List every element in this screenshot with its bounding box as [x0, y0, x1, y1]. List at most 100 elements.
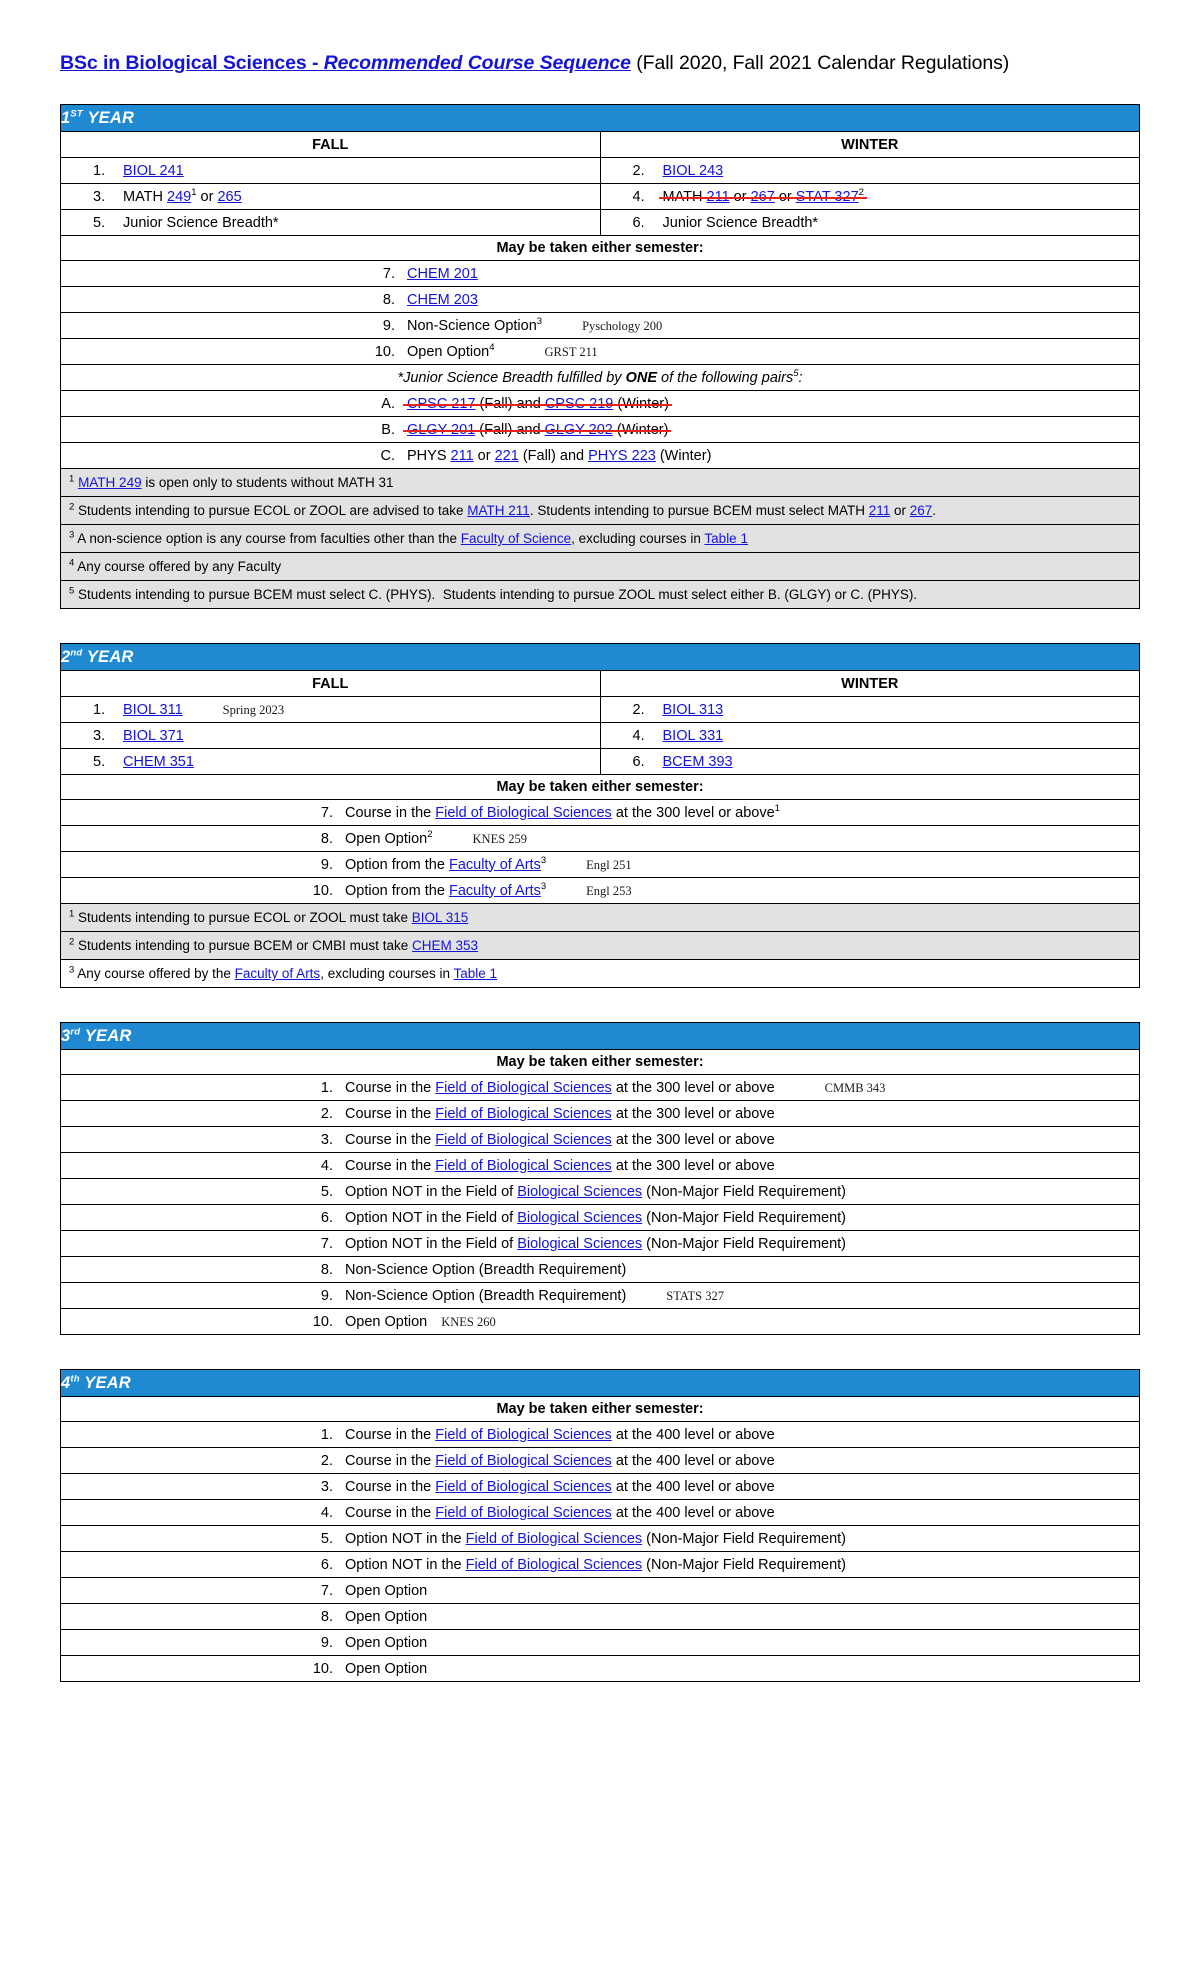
- course-link-cpsc-219[interactable]: CPSC 219: [545, 396, 614, 412]
- footnote-row: 1 Students intending to pursue ECOL or Z…: [60, 903, 1140, 932]
- course-link-phys-223[interactable]: PHYS 223: [588, 448, 656, 464]
- year2-cell-5: 5. CHEM 351: [60, 748, 601, 775]
- course-link-chem-203[interactable]: CHEM 203: [407, 292, 478, 308]
- year2-banner-sup: nd: [70, 647, 83, 658]
- course-link-biol-371[interactable]: BIOL 371: [123, 728, 184, 744]
- year3-banner: 3rd YEAR: [60, 1022, 1140, 1050]
- course-link-math-267-note[interactable]: 267: [910, 503, 933, 518]
- year4-item-3-text: Course in the Field of Biological Scienc…: [345, 1478, 775, 1495]
- table-row: 9. Open Option: [60, 1629, 1140, 1656]
- item-letter: C.: [380, 447, 396, 464]
- link-biological-sciences[interactable]: Biological Sciences: [517, 1184, 642, 1200]
- pair-c-text: PHYS 211 or 221 (Fall) and PHYS 223 (Win…: [407, 447, 712, 464]
- link-field-of-biological-sciences[interactable]: Field of Biological Sciences: [435, 1453, 612, 1469]
- link-field-of-biological-sciences[interactable]: Field of Biological Sciences: [435, 1132, 612, 1148]
- item-number: 3.: [320, 1131, 333, 1148]
- course-link-biol-315[interactable]: BIOL 315: [412, 910, 469, 925]
- course-math-211-struck: MATH 211 or 267 or STAT 3272: [658, 186, 868, 205]
- link-field-of-biological-sciences[interactable]: Field of Biological Sciences: [435, 1080, 612, 1096]
- year1-cell-3: 3. MATH 2491 or 265: [60, 183, 601, 210]
- year3-item-1: 1. Course in the Field of Biological Scie…: [60, 1074, 1140, 1101]
- course-link-biol-313[interactable]: BIOL 313: [663, 702, 724, 718]
- year4-item-1-text: Course in the Field of Biological Scienc…: [345, 1426, 775, 1443]
- link-table-1[interactable]: Table 1: [704, 531, 748, 546]
- year2-item-10-text: Option from the Faculty of Arts3: [345, 880, 547, 899]
- year1-cell-1: 1. BIOL 241: [60, 157, 601, 184]
- year4-banner: 4th YEAR: [60, 1369, 1140, 1397]
- year2-cell-4: 4. BIOL 331: [599, 722, 1140, 749]
- footnote-row: 5 Students intending to pursue BCEM must…: [60, 580, 1140, 609]
- year4-item-9-text: Open Option: [345, 1634, 428, 1651]
- link-faculty-of-arts-b[interactable]: Faculty of Arts: [449, 883, 541, 899]
- year4-item-4-text: Course in the Field of Biological Scienc…: [345, 1504, 775, 1521]
- link-faculty-of-science[interactable]: Faculty of Science: [461, 531, 571, 546]
- page-title-plain: (Fall 2020, Fall 2021 Calendar Regulatio…: [630, 52, 1010, 74]
- course-link-bcem-393[interactable]: BCEM 393: [663, 754, 733, 770]
- course-link-math-211[interactable]: 211: [707, 189, 730, 205]
- year1-table: 1ST YEAR FALL WINTER 1. BIOL 241 2. BIOL 2…: [60, 104, 1140, 469]
- course-link-math-211-note-b[interactable]: 211: [869, 503, 891, 518]
- link-field-of-biological-sciences[interactable]: Field of Biological Sciences: [435, 1158, 612, 1174]
- course-link-chem-351[interactable]: CHEM 351: [123, 754, 194, 770]
- page-title-link[interactable]: BSc in Biological Sciences -: [60, 52, 324, 74]
- course-link-math-249[interactable]: 249: [167, 189, 191, 205]
- table-row: 2. Course in the Field of Biological Scie…: [60, 1447, 1140, 1474]
- course-link-glgy-201[interactable]: GLGY 201: [407, 422, 475, 438]
- course-link-biol-243[interactable]: BIOL 243: [663, 163, 724, 179]
- year3-item-9-text: Non-Science Option (Breadth Requirement): [345, 1287, 627, 1304]
- link-field-of-biological-sciences[interactable]: Field of Biological Sciences: [435, 1505, 612, 1521]
- year1-either-semester-row: May be taken either semester:: [60, 235, 1140, 261]
- year1-footnote-1: 1 MATH 249 is open only to students with…: [60, 468, 1140, 497]
- link-field-of-biological-sciences[interactable]: Field of Biological Sciences: [466, 1531, 643, 1547]
- link-field-of-biological-sciences[interactable]: Field of Biological Sciences: [435, 805, 612, 821]
- course-link-math-211-note[interactable]: MATH 211: [467, 503, 530, 518]
- year4-item-5: 5. Option NOT in the Field of Biological …: [60, 1525, 1140, 1552]
- year3-item-9: 9. Non-Science Option (Breadth Requiremen…: [60, 1282, 1140, 1309]
- handwritten-note-stats-327: STATS 327: [666, 1288, 724, 1303]
- item-number: 9.: [382, 317, 395, 334]
- link-faculty-of-arts-note[interactable]: Faculty of Arts: [235, 966, 321, 981]
- year1-banner-row: 1ST YEAR: [60, 104, 1140, 132]
- link-faculty-of-arts[interactable]: Faculty of Arts: [449, 857, 541, 873]
- table-row: 1. Course in the Field of Biological Scie…: [60, 1421, 1140, 1448]
- course-link-chem-201[interactable]: CHEM 201: [407, 266, 478, 282]
- course-link-chem-353[interactable]: CHEM 353: [412, 938, 478, 953]
- year2-footnotes: 1 Students intending to pursue ECOL or Z…: [60, 903, 1140, 988]
- year3-item-4-text: Course in the Field of Biological Scienc…: [345, 1157, 775, 1174]
- course-link-stat-327[interactable]: STAT 327: [796, 189, 859, 205]
- course-link-biol-311[interactable]: BIOL 311: [123, 702, 183, 718]
- handwritten-note-engl-251: Engl 251: [586, 857, 632, 872]
- course-link-math-265[interactable]: 265: [217, 189, 241, 205]
- table-row: 10. Open Option4 GRST 211: [60, 338, 1140, 365]
- junior-science-breadth-winter: Junior Science Breadth*: [662, 214, 819, 231]
- course-link-glgy-202[interactable]: GLGY 202: [545, 422, 613, 438]
- course-link-cpsc-217[interactable]: CPSC 217: [407, 396, 476, 412]
- course-link-phys-211[interactable]: 211: [451, 448, 474, 464]
- link-biological-sciences[interactable]: Biological Sciences: [517, 1236, 642, 1252]
- table-row: 4. Course in the Field of Biological Scie…: [60, 1499, 1140, 1526]
- year4-item-7-text: Open Option: [345, 1582, 428, 1599]
- year2-either-semester: May be taken either semester:: [60, 774, 1140, 800]
- course-link-math-267[interactable]: 267: [751, 189, 775, 205]
- table-row: 8. Open Option2 KNES 259: [60, 825, 1140, 852]
- page-title-link-italic[interactable]: Recommended Course Sequence: [324, 52, 631, 74]
- course-link-biol-241[interactable]: BIOL 241: [123, 163, 184, 179]
- link-table-1-y2[interactable]: Table 1: [454, 966, 498, 981]
- pair-a-text: CPSC 217 (Fall) and CPSC 219 (Winter): [403, 395, 672, 412]
- table-row: 6. Option NOT in the Field of Biological …: [60, 1204, 1140, 1231]
- item-number: 6.: [632, 753, 645, 770]
- year4-banner-num: 4: [61, 1373, 71, 1392]
- link-field-of-biological-sciences[interactable]: Field of Biological Sciences: [466, 1557, 643, 1573]
- course-link-math-249-note[interactable]: MATH 249: [78, 475, 142, 490]
- item-number: 2.: [320, 1105, 333, 1122]
- link-field-of-biological-sciences[interactable]: Field of Biological Sciences: [435, 1427, 612, 1443]
- course-link-biol-331[interactable]: BIOL 331: [663, 728, 724, 744]
- item-number: 1.: [93, 162, 106, 179]
- item-number: 4.: [320, 1157, 333, 1174]
- table-row: 3. Course in the Field of Biological Scie…: [60, 1126, 1140, 1153]
- course-link-phys-221[interactable]: 221: [495, 448, 519, 464]
- link-biological-sciences[interactable]: Biological Sciences: [517, 1210, 642, 1226]
- year3-item-5-text: Option NOT in the Field of Biological Sc…: [345, 1183, 847, 1200]
- link-field-of-biological-sciences[interactable]: Field of Biological Sciences: [435, 1479, 612, 1495]
- link-field-of-biological-sciences[interactable]: Field of Biological Sciences: [435, 1106, 612, 1122]
